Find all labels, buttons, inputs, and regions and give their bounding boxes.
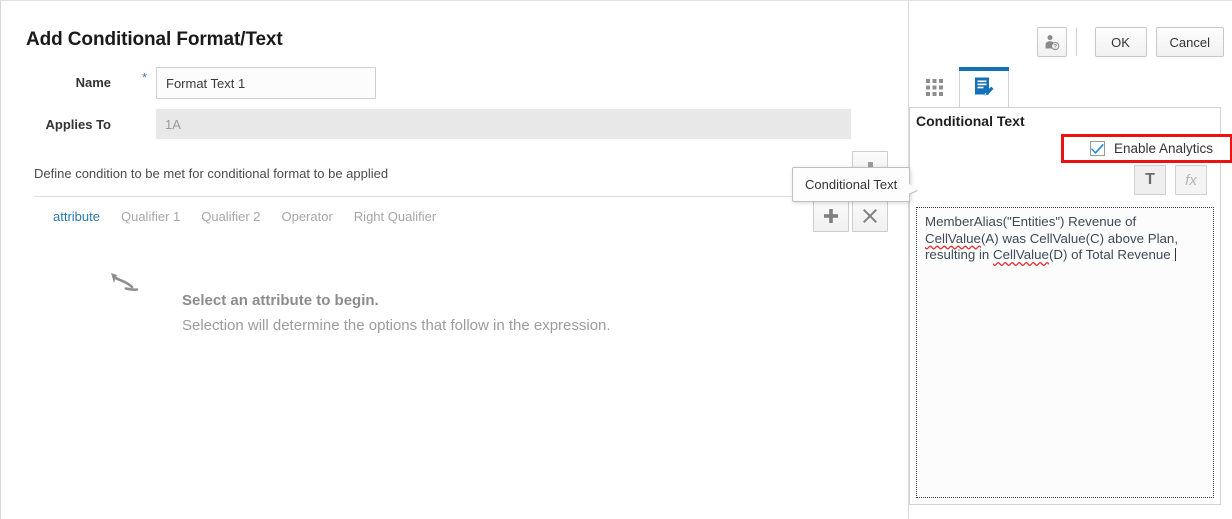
person-help-icon: ? — [1043, 34, 1060, 51]
applies-to-input — [156, 109, 851, 139]
page-title: Add Conditional Format/Text — [26, 29, 283, 51]
plus-icon — [823, 208, 839, 224]
section-divider — [34, 196, 896, 197]
applies-to-label: Applies To — [43, 117, 111, 132]
text-format-button[interactable]: T — [1134, 165, 1166, 195]
person-help-icon-button[interactable]: ? — [1037, 27, 1067, 57]
grid-icon — [925, 78, 944, 97]
enable-analytics-highlight: Enable Analytics — [1061, 134, 1232, 163]
checkmark-icon — [1091, 143, 1104, 154]
name-input[interactable] — [156, 67, 376, 99]
close-icon — [862, 208, 878, 224]
editor-segment-misspelled: CellValue — [925, 231, 981, 246]
ok-button[interactable]: OK — [1095, 27, 1147, 57]
hint-subtitle: Selection will determine the options tha… — [182, 317, 611, 334]
required-marker: * — [142, 71, 147, 84]
enable-analytics-checkbox[interactable] — [1090, 141, 1105, 156]
editor-segment-misspelled: CellValue — [993, 247, 1049, 262]
qualifier-1[interactable]: Qualifier 1 — [121, 209, 180, 224]
name-label: Name — [61, 75, 111, 90]
panel-tabstrip — [909, 67, 1009, 108]
hint-title: Select an attribute to begin. — [182, 292, 379, 309]
qualifier-attribute[interactable]: attribute — [53, 209, 100, 224]
tab-conditional-text[interactable] — [959, 67, 1009, 108]
qualifier-column-headers: attribute Qualifier 1 Qualifier 2 Operat… — [53, 209, 436, 224]
cancel-button[interactable]: Cancel — [1156, 27, 1224, 57]
dialog-action-bar: ? OK Cancel — [1037, 27, 1224, 57]
curved-arrow-icon — [105, 269, 173, 322]
remove-condition-button[interactable] — [852, 200, 888, 232]
qualifier-right[interactable]: Right Qualifier — [354, 209, 436, 224]
document-edit-icon — [973, 76, 995, 98]
qualifier-operator[interactable]: Operator — [281, 209, 332, 224]
text-caret — [1175, 248, 1176, 261]
tooltip-conditional-text: Conditional Text — [792, 167, 910, 202]
qualifier-2[interactable]: Qualifier 2 — [201, 209, 260, 224]
conditional-text-editor[interactable]: MemberAlias("Entities") Revenue of CellV… — [916, 207, 1214, 498]
condition-note: Define condition to be met for condition… — [34, 166, 388, 181]
tab-grid[interactable] — [909, 67, 959, 108]
add-conditional-format-dialog: Add Conditional Format/Text ? OK Cancel … — [0, 0, 1232, 519]
editor-format-toolbar: T fx — [1134, 165, 1207, 195]
enable-analytics-label: Enable Analytics — [1114, 141, 1213, 156]
add-condition-button[interactable] — [813, 200, 849, 232]
editor-segment: (D) of Total Revenue — [1049, 247, 1174, 262]
function-format-button[interactable]: fx — [1175, 165, 1207, 195]
svg-text:?: ? — [1053, 44, 1057, 50]
editor-segment: MemberAlias("Entities") Revenue of — [925, 214, 1136, 229]
panel-heading: Conditional Text — [916, 113, 1025, 129]
action-divider — [1076, 28, 1077, 56]
